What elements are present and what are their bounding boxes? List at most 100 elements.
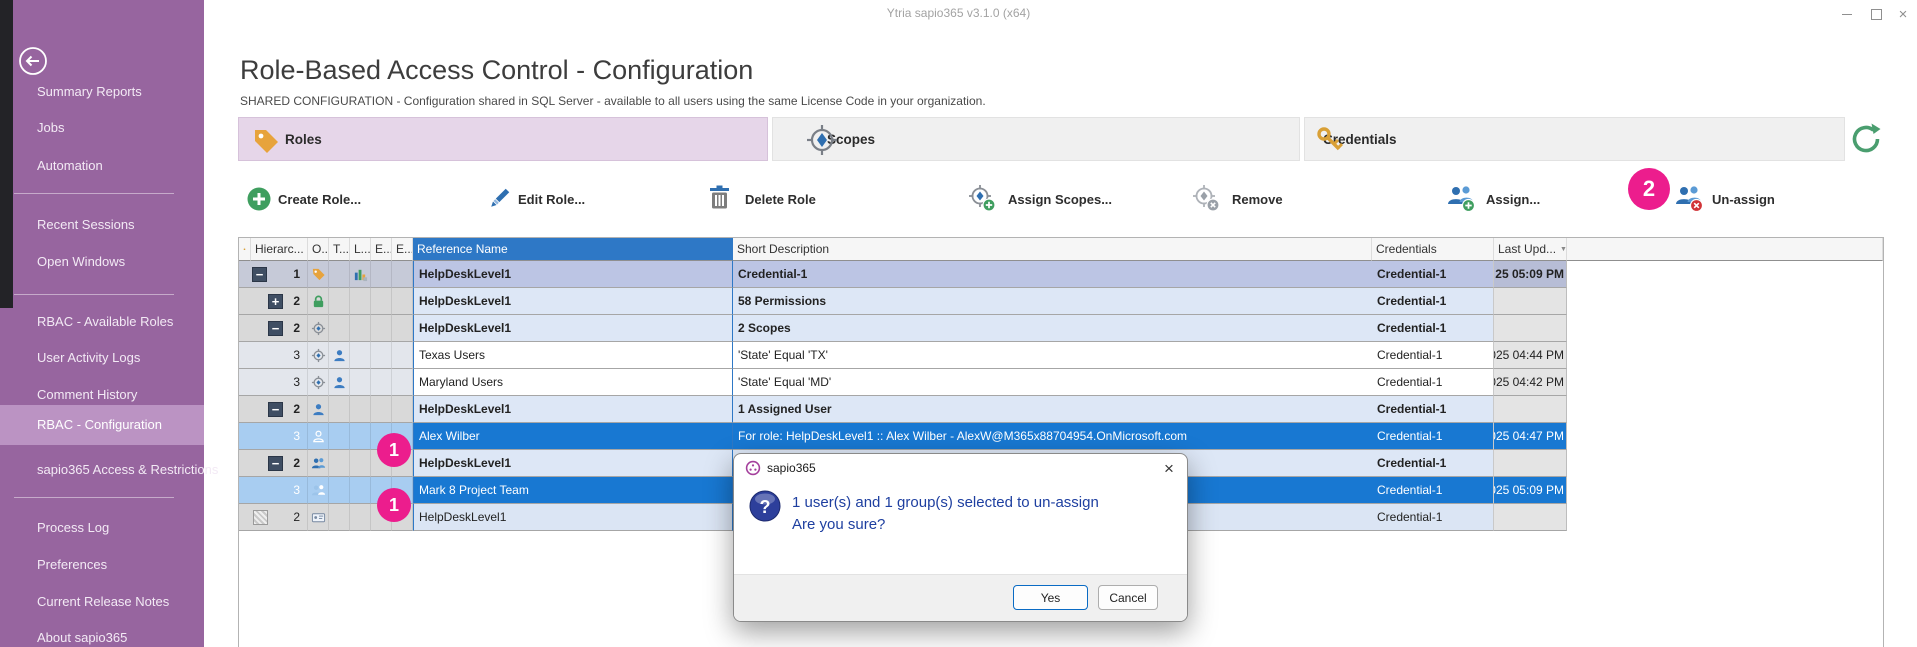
yes-button[interactable]: Yes <box>1013 585 1088 610</box>
tab-roles[interactable]: Roles <box>238 117 768 161</box>
minimize-icon <box>1842 14 1852 15</box>
sidebar-item-rbac-available-roles[interactable]: RBAC - Available Roles <box>0 305 204 339</box>
sidebar-item-current-release-notes[interactable]: Current Release Notes <box>0 585 204 619</box>
dialog-message-line1: 1 user(s) and 1 group(s) selected to un-… <box>792 494 1099 511</box>
create-role-button[interactable]: Create Role... <box>278 192 361 207</box>
tab-roles-label: Roles <box>285 132 322 147</box>
sidebar-item-rbac-configuration[interactable]: RBAC - Configuration <box>0 405 204 445</box>
reference-name-column-header[interactable]: Reference Name <box>413 238 733 261</box>
confirm-unassign-dialog: sapio365 × ? 1 user(s) and 1 group(s) se… <box>733 453 1188 622</box>
scope-target-icon <box>311 348 326 363</box>
table-row[interactable]: 3 Texas Users 'State' Equal 'TX' Credent… <box>239 342 1883 369</box>
user-icon <box>332 375 347 390</box>
sapio365-logo-icon <box>745 460 761 476</box>
table-row[interactable]: +2 HelpDeskLevel1 58 Permissions Credent… <box>239 288 1883 315</box>
credentials-column-header[interactable]: Credentials <box>1372 238 1494 261</box>
edit-role-button[interactable]: Edit Role... <box>518 192 585 207</box>
tab-scopes[interactable]: Scopes <box>772 117 1300 161</box>
lock-icon <box>243 242 246 256</box>
maximize-button[interactable] <box>1863 5 1889 23</box>
back-button[interactable] <box>17 45 49 77</box>
sort-descending-icon: ▼ <box>1560 246 1567 253</box>
people-plus-icon[interactable] <box>1446 183 1476 213</box>
remove-button[interactable]: Remove <box>1232 192 1283 207</box>
close-button[interactable]: × <box>1890 5 1916 23</box>
page-title: Role-Based Access Control - Configuratio… <box>240 55 753 86</box>
scope-target-icon <box>311 321 326 336</box>
refresh-button[interactable] <box>1849 122 1883 156</box>
trash-icon[interactable] <box>706 184 733 211</box>
page-subtitle: SHARED CONFIGURATION - Configuration sha… <box>240 94 986 108</box>
question-icon: ? <box>749 490 781 522</box>
sidebar-divider <box>14 193 174 194</box>
tag-icon <box>251 126 281 156</box>
pencil-icon[interactable] <box>486 186 512 212</box>
sidebar-item-summary-reports[interactable]: Summary Reports <box>0 75 204 109</box>
disabled-expander <box>253 510 268 525</box>
sidebar-item-sapio365-access[interactable]: sapio365 Access & Restrictions <box>0 453 204 487</box>
sidebar-item-recent-sessions[interactable]: Recent Sessions <box>0 208 204 242</box>
plus-circle-icon[interactable] <box>246 186 272 212</box>
table-header-row: Hierarc... O... T... L... E... E... Refe… <box>239 238 1883 261</box>
table-row[interactable]: −1 HelpDeskLevel1 Credential-1 Credentia… <box>239 261 1883 288</box>
sidebar-item-jobs[interactable]: Jobs <box>0 111 204 145</box>
short-description-column-header[interactable]: Short Description <box>733 238 1372 261</box>
sapio365-window: Ytria sapio365 v3.1.0 (x64) × Summary Re… <box>0 0 1917 647</box>
scope-target-icon <box>311 375 326 390</box>
filler-column-header <box>1567 238 1883 261</box>
sidebar-item-about-sapio365[interactable]: About sapio365 <box>0 621 204 647</box>
chart-icon <box>353 267 368 282</box>
selection-badge-1: 1 <box>377 433 411 467</box>
column-header-e2[interactable]: E... <box>392 238 413 261</box>
expand-button[interactable]: + <box>268 294 283 309</box>
target-x-icon[interactable] <box>1192 184 1220 212</box>
table-row-selected[interactable]: 3 Alex Wilber For role: HelpDeskLevel1 :… <box>239 423 1883 450</box>
table-row[interactable]: −2 HelpDeskLevel1 2 Scopes Credential-1 <box>239 315 1883 342</box>
collapse-button[interactable]: − <box>268 321 283 336</box>
people-x-icon[interactable] <box>1674 183 1704 213</box>
title-bar: Ytria sapio365 v3.1.0 (x64) × <box>0 0 1917 26</box>
id-card-icon <box>311 510 326 525</box>
column-header-e1[interactable]: E... <box>371 238 392 261</box>
column-header-o[interactable]: O... <box>308 238 329 261</box>
column-header-t[interactable]: T... <box>329 238 350 261</box>
maximize-icon <box>1871 9 1882 20</box>
group-icon <box>311 483 326 498</box>
user-icon <box>332 348 347 363</box>
collapse-button[interactable]: − <box>252 267 267 282</box>
svg-text:?: ? <box>760 497 771 517</box>
delete-role-button[interactable]: Delete Role <box>745 192 816 207</box>
user-icon <box>311 402 326 417</box>
table-row[interactable]: 3 Maryland Users 'State' Equal 'MD' Cred… <box>239 369 1883 396</box>
lock-column-header[interactable] <box>239 238 251 261</box>
refresh-icon <box>1849 122 1883 156</box>
user-outline-icon <box>311 429 326 444</box>
sidebar-divider <box>14 294 174 295</box>
sidebar: Summary Reports Jobs Automation Recent S… <box>0 0 204 647</box>
sidebar-item-process-log[interactable]: Process Log <box>0 511 204 545</box>
target-plus-icon[interactable] <box>968 184 996 212</box>
assign-scopes-button[interactable]: Assign Scopes... <box>1008 192 1112 207</box>
assign-button[interactable]: Assign... <box>1486 192 1540 207</box>
collapse-button[interactable]: − <box>268 402 283 417</box>
last-updated-column-header[interactable]: Last Upd... ▼ <box>1494 238 1567 261</box>
unassign-button[interactable]: Un-assign <box>1712 192 1775 207</box>
sidebar-item-preferences[interactable]: Preferences <box>0 548 204 582</box>
cancel-button[interactable]: Cancel <box>1098 585 1158 610</box>
step-badge-2: 2 <box>1628 168 1670 210</box>
sidebar-item-open-windows[interactable]: Open Windows <box>0 245 204 279</box>
sidebar-item-automation[interactable]: Automation <box>0 149 204 183</box>
hierarchy-column-header[interactable]: Hierarc... <box>251 238 308 261</box>
tab-credentials[interactable]: Credentials <box>1304 117 1845 161</box>
scope-target-icon <box>805 123 839 157</box>
column-header-l[interactable]: L... <box>350 238 371 261</box>
sidebar-divider <box>14 497 174 498</box>
collapse-button[interactable]: − <box>268 456 283 471</box>
minimize-button[interactable] <box>1834 5 1860 23</box>
window-title: Ytria sapio365 v3.1.0 (x64) <box>0 0 1917 26</box>
selection-badge-1: 1 <box>377 488 411 522</box>
dialog-message-line2: Are you sure? <box>792 516 885 533</box>
table-row[interactable]: −2 HelpDeskLevel1 1 Assigned User Creden… <box>239 396 1883 423</box>
sidebar-item-user-activity-logs[interactable]: User Activity Logs <box>0 341 204 375</box>
dialog-close-button[interactable]: × <box>1158 458 1180 480</box>
